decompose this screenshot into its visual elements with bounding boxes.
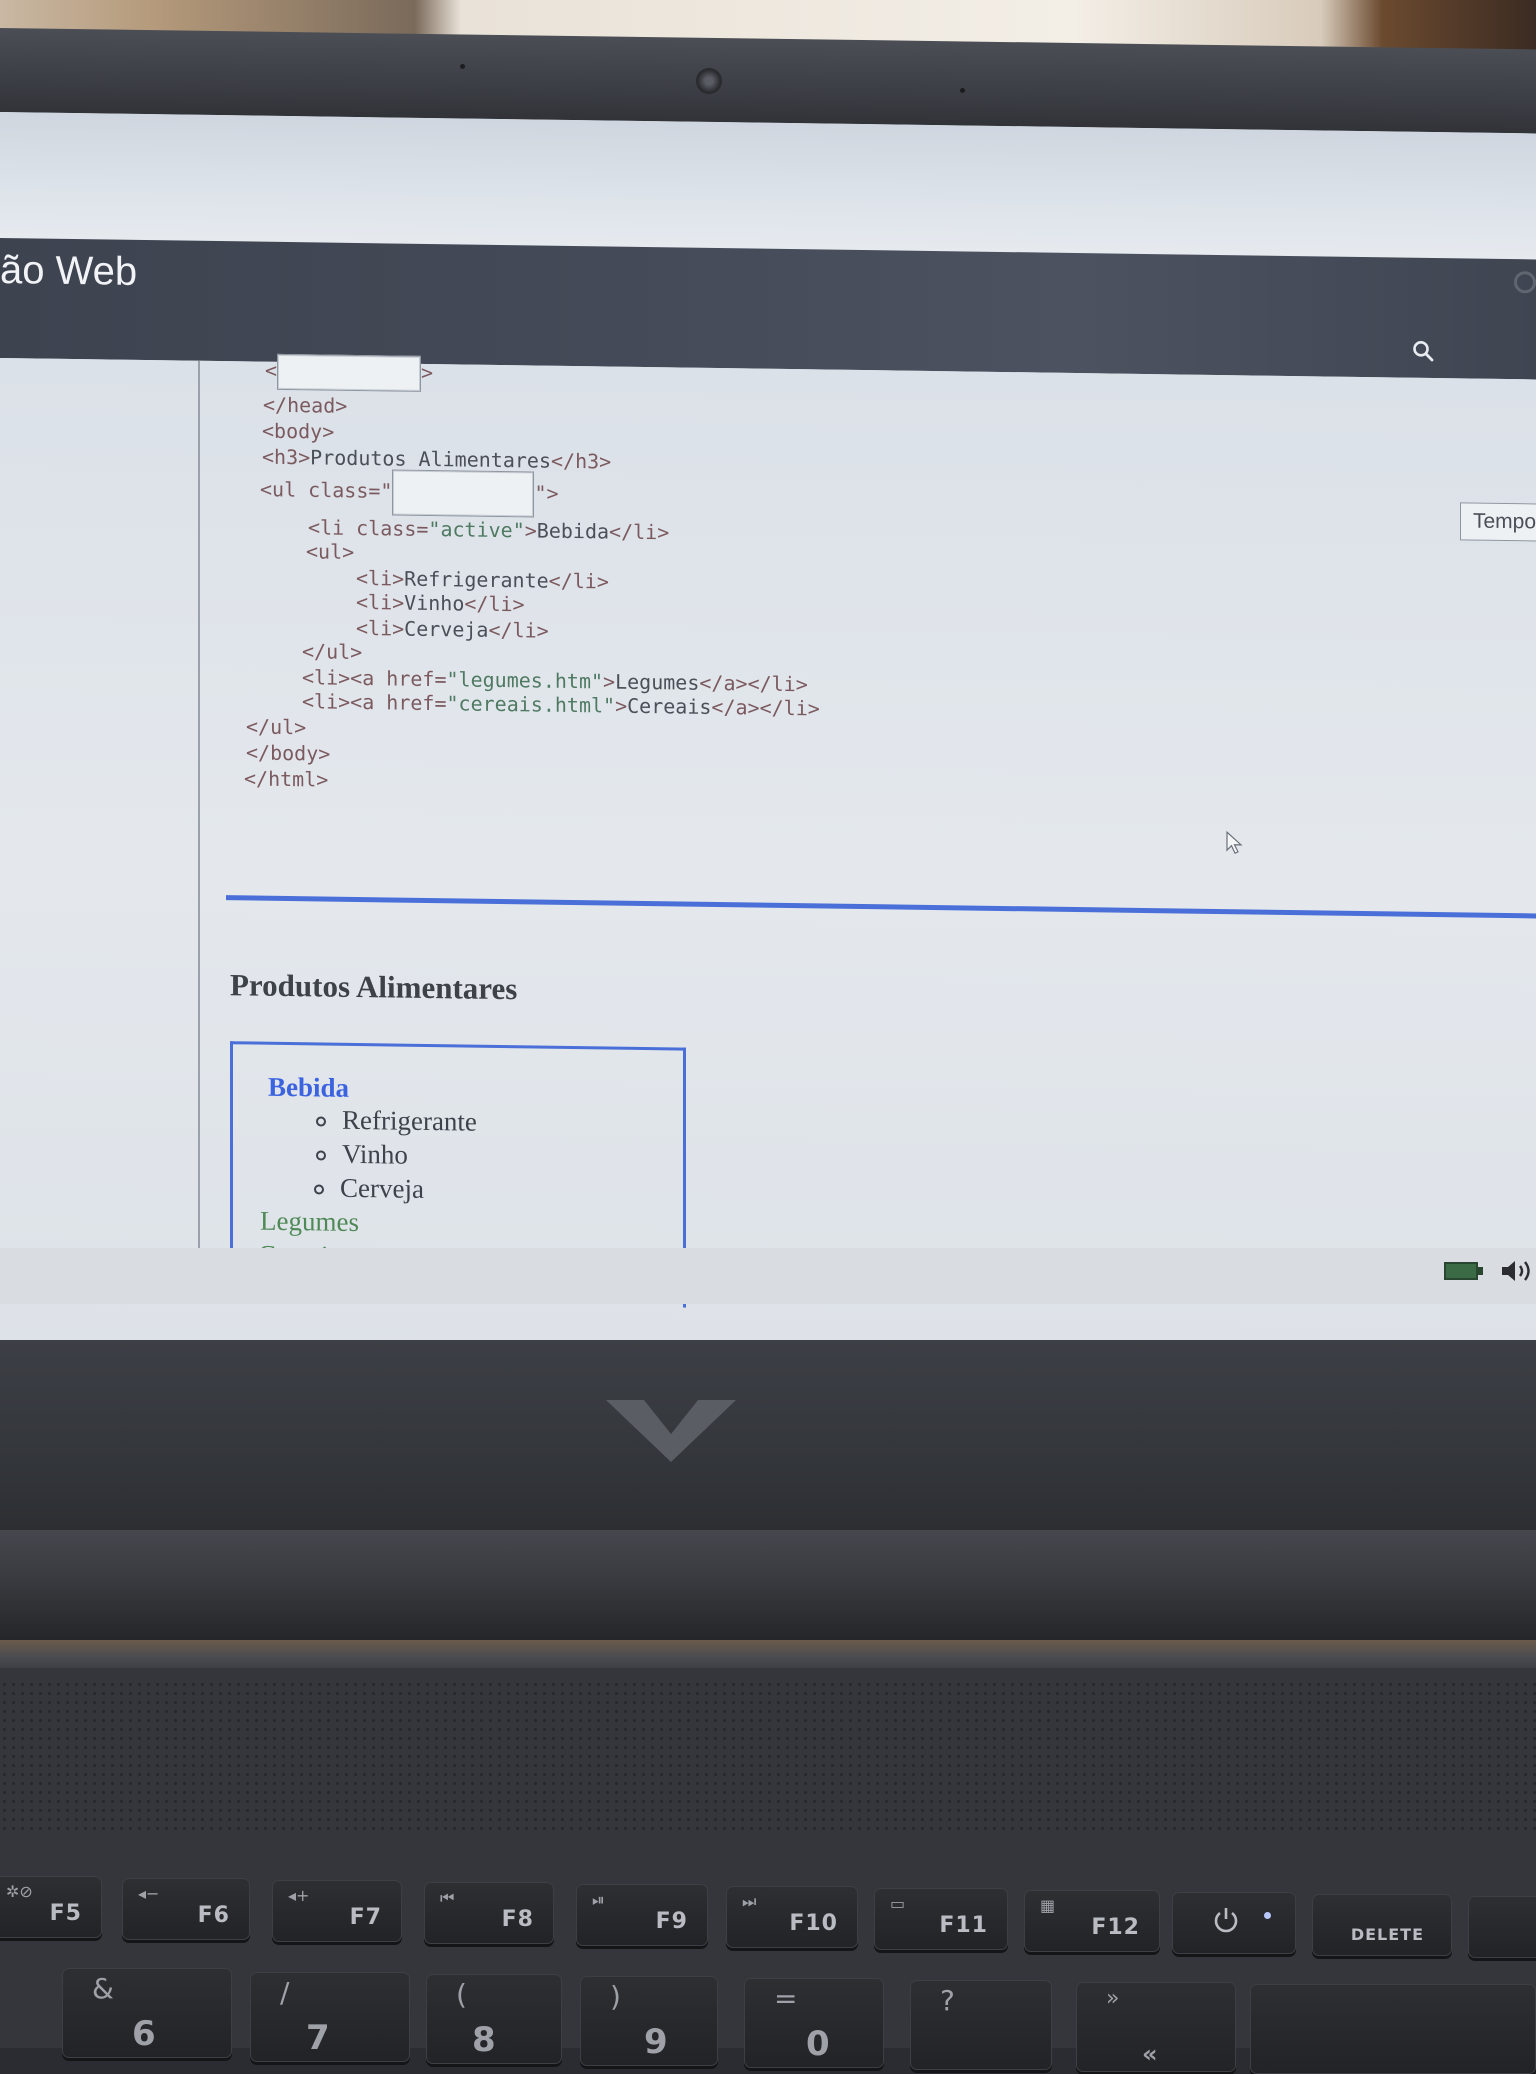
menu-item-active[interactable]: Bebida: [268, 1072, 349, 1104]
bullet-icon: [316, 1116, 326, 1127]
code-line-ul: <ul class=" ">: [260, 468, 559, 518]
key-f5[interactable]: ✲⊘ F5: [0, 1876, 102, 1938]
bullet-icon: [316, 1150, 326, 1161]
battery-icon[interactable]: [1444, 1262, 1478, 1280]
browser-chrome: [0, 112, 1536, 260]
code-line: </ul>: [246, 714, 307, 740]
key-f11[interactable]: ▭ F11: [874, 1888, 1008, 1950]
key-6[interactable]: & 6: [62, 1968, 232, 2058]
tempo-button[interactable]: Tempo: [1460, 502, 1536, 542]
speaker-grille: [0, 1680, 1536, 1830]
key-7[interactable]: /7: [250, 1972, 410, 2062]
answer-blank-2[interactable]: [392, 469, 535, 518]
power-icon: [1214, 1908, 1238, 1933]
key-guillemet[interactable]: » «: [1076, 1982, 1236, 2072]
webcam-icon: [696, 68, 722, 94]
key-question[interactable]: ?: [910, 1980, 1052, 2070]
volume-icon[interactable]: [1500, 1258, 1536, 1284]
search-icon[interactable]: [1412, 340, 1434, 362]
laptop-hinge: [0, 1530, 1536, 1640]
deck-edge: [0, 1640, 1536, 1670]
submenu-item[interactable]: Refrigerante: [342, 1105, 477, 1138]
taskbar: [0, 1248, 1536, 1304]
sensor-dot: [960, 88, 965, 93]
key-9[interactable]: ) 9: [580, 1976, 718, 2066]
key-0[interactable]: = 0: [744, 1978, 884, 2068]
code-line: </head>: [263, 392, 348, 418]
site-header: [0, 238, 1536, 380]
key-f8[interactable]: ⏮ F8: [424, 1882, 554, 1944]
submenu-item[interactable]: Cerveja: [340, 1173, 424, 1205]
battery-tip: [1478, 1267, 1483, 1275]
code-line: <body>: [262, 418, 335, 444]
power-led: [1264, 1912, 1271, 1919]
code-line: </body>: [246, 740, 331, 766]
key-f6[interactable]: ◂− F6: [122, 1878, 250, 1940]
key-power[interactable]: [1172, 1892, 1296, 1954]
sensor-dot: [460, 64, 465, 69]
code-line-blank-head: < >: [265, 353, 433, 392]
code-line: <li>Cerveja</li>: [356, 615, 549, 643]
code-line: </ul>: [302, 639, 363, 665]
code-line: <li class="active">Bebida</li>: [308, 515, 670, 545]
key-8[interactable]: (8: [426, 1974, 562, 2064]
bullet-icon: [314, 1184, 324, 1195]
globe-icon[interactable]: [1514, 271, 1536, 294]
mouse-cursor-icon: [1226, 831, 1243, 855]
key-extra[interactable]: [1468, 1896, 1536, 1958]
laptop-screen: ão Web < > </head> <body> <h3>Produtos Al…: [0, 112, 1536, 1374]
key-f10[interactable]: ⏭ F10: [726, 1886, 858, 1948]
key-f9[interactable]: ⏯ F9: [576, 1884, 708, 1946]
key-delete[interactable]: DELETE: [1312, 1894, 1452, 1956]
menu-link-legumes[interactable]: Legumes: [260, 1206, 359, 1238]
result-heading: Produtos Alimentares: [230, 967, 518, 1007]
code-line: <ul>: [306, 539, 355, 564]
submenu-item[interactable]: Vinho: [342, 1139, 408, 1171]
brand-logo-icon: [606, 1400, 736, 1462]
answer-blank-1[interactable]: [277, 353, 422, 392]
code-line: <li>Vinho</li>: [356, 589, 525, 617]
site-title: ão Web: [0, 248, 138, 294]
key-backspace[interactable]: [1250, 1984, 1536, 2074]
laptop-bottom-bezel: [0, 1340, 1536, 1540]
code-line: </html>: [244, 766, 329, 792]
content-left-border: [198, 360, 200, 1261]
key-f7[interactable]: ◂+ F7: [272, 1880, 402, 1942]
key-f12[interactable]: ▦ F12: [1024, 1890, 1160, 1952]
